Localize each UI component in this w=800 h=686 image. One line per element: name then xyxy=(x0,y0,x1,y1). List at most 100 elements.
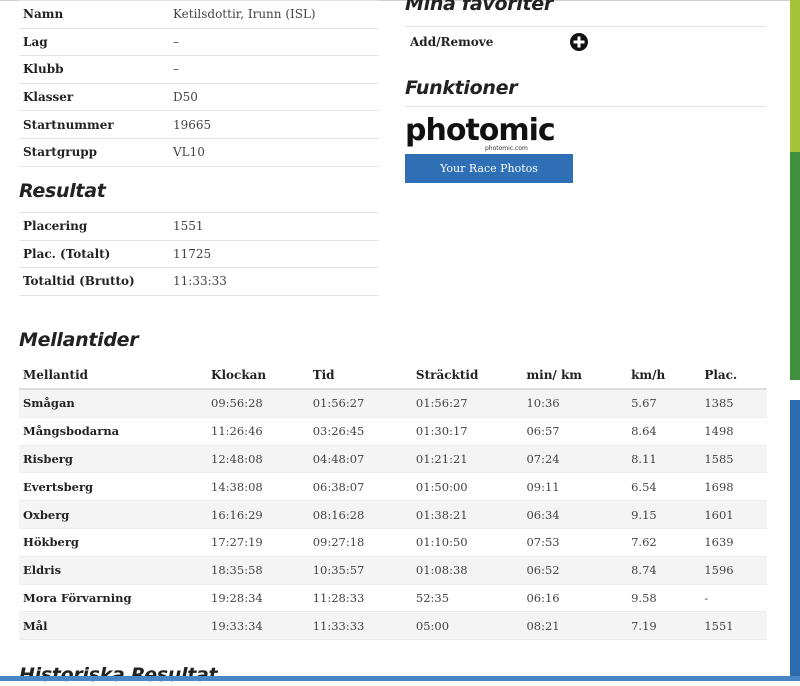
info-value: VL10 xyxy=(169,138,379,167)
split-cell: 10:35:57 xyxy=(308,556,412,585)
splits-column-header: km/h xyxy=(627,362,701,390)
info-value: 1551 xyxy=(169,212,379,241)
info-row: Lag – xyxy=(19,28,379,57)
split-point-name: Oxberg xyxy=(19,500,208,529)
split-cell: 06:34 xyxy=(522,500,628,529)
split-cell: 01:56:27 xyxy=(411,389,523,418)
photomic-logo[interactable]: photomic photomic.com xyxy=(405,113,577,153)
split-cell: 06:16 xyxy=(522,584,628,613)
plus-circle-icon[interactable] xyxy=(570,33,588,51)
split-cell: 7.62 xyxy=(627,528,701,557)
split-cell: 19:28:34 xyxy=(207,584,309,613)
split-cell: 1585 xyxy=(700,445,767,474)
info-row: Startgrupp VL10 xyxy=(19,138,379,167)
info-value: 11725 xyxy=(169,240,379,269)
info-row: Plac. (Totalt) 11725 xyxy=(19,240,379,269)
table-row: Mora Förvarning 19:28:34 11:28:33 52:35 06:1… xyxy=(19,584,767,613)
split-cell: 01:50:00 xyxy=(411,472,523,502)
split-cell: 01:21:21 xyxy=(411,445,523,474)
split-cell: 1596 xyxy=(700,556,767,585)
split-cell: 01:38:21 xyxy=(411,500,523,529)
functions-title: Funktioner xyxy=(405,77,518,99)
split-cell: 09:27:18 xyxy=(308,528,412,557)
side-strip-blue xyxy=(790,400,800,681)
split-cell: 05:00 xyxy=(411,611,523,641)
table-row: Hökberg 17:27:19 09:27:18 01:10:50 07:53 7.62… xyxy=(19,528,767,557)
photomic-logo-sub: photomic.com xyxy=(485,145,528,152)
add-remove-label: Add/Remove xyxy=(410,35,494,49)
split-cell: 8.74 xyxy=(627,556,701,585)
splits-column-header: min/ km xyxy=(522,362,628,390)
functions-divider xyxy=(405,106,766,107)
split-cell: 11:26:46 xyxy=(207,417,309,446)
splits-column-header: Sträcktid xyxy=(411,362,523,390)
info-label: Klubb xyxy=(19,55,169,84)
splits-column-header: Plac. xyxy=(700,362,767,390)
result-rows: Placering 1551 Plac. (Totalt) 11725 Totaltid… xyxy=(19,212,379,296)
info-value: – xyxy=(169,55,379,84)
info-value: D50 xyxy=(169,83,379,112)
photomic-logo-text: photomic xyxy=(405,113,556,148)
favorites-title: Mina favoriter xyxy=(405,0,553,15)
split-cell: 16:16:29 xyxy=(207,500,309,529)
split-cell: 6.54 xyxy=(627,472,701,502)
split-cell: 52:35 xyxy=(411,584,523,613)
split-cell: 06:52 xyxy=(522,556,628,585)
race-photos-button[interactable]: Your Race Photos xyxy=(405,154,573,183)
side-strip-green-dark xyxy=(790,152,800,380)
side-strip-green-light xyxy=(790,0,800,152)
split-point-name: Hökberg xyxy=(19,528,208,557)
info-label: Placering xyxy=(19,212,169,241)
split-cell: 11:33:33 xyxy=(308,611,412,641)
info-value: 19665 xyxy=(169,110,379,139)
split-cell: 1551 xyxy=(700,611,767,641)
split-cell: 01:30:17 xyxy=(411,417,523,446)
split-cell: 08:16:28 xyxy=(308,500,412,529)
split-cell: 10:36 xyxy=(522,389,628,418)
split-cell: 09:56:28 xyxy=(207,389,309,418)
info-label: Lag xyxy=(19,28,169,57)
split-cell: 03:26:45 xyxy=(308,417,412,446)
split-cell: 1385 xyxy=(700,389,767,418)
info-row: Startnummer 19665 xyxy=(19,110,379,139)
table-row: Mål 19:33:34 11:33:33 05:00 08:21 7.19 1551 xyxy=(19,611,767,641)
split-cell: 07:53 xyxy=(522,528,628,557)
table-row: Eldris 18:35:58 10:35:57 01:08:38 06:52 8.74 1… xyxy=(19,556,767,585)
split-cell: 07:24 xyxy=(522,445,628,474)
split-cell: 1498 xyxy=(700,417,767,446)
split-point-name: Evertsberg xyxy=(19,472,208,502)
split-point-name: Risberg xyxy=(19,445,208,474)
splits-column-header: Mellantid xyxy=(19,362,208,390)
split-cell: 19:33:34 xyxy=(207,611,309,641)
split-cell: 9.15 xyxy=(627,500,701,529)
split-point-name: Mora Förvarning xyxy=(19,584,208,613)
table-row: Risberg 12:48:08 04:48:07 01:21:21 07:24 8.11… xyxy=(19,445,767,474)
info-value: Ketilsdottir, Irunn (ISL) xyxy=(169,0,379,29)
split-cell: 08:21 xyxy=(522,611,628,641)
split-cell: 1639 xyxy=(700,528,767,557)
split-point-name: Smågan xyxy=(19,389,208,418)
split-cell: 8.11 xyxy=(627,445,701,474)
split-cell: 9.58 xyxy=(627,584,701,613)
history-title: Historiska Resultat xyxy=(19,664,218,686)
split-cell: 14:38:08 xyxy=(207,472,309,502)
split-cell: 04:48:07 xyxy=(308,445,412,474)
participant-table: Namn Ketilsdottir, Irunn (ISL) Lag – Klubb – K… xyxy=(19,0,379,167)
split-cell: 1698 xyxy=(700,472,767,502)
result-table: Placering 1551 Plac. (Totalt) 11725 Totaltid… xyxy=(19,212,379,296)
info-row: Klubb – xyxy=(19,55,379,84)
splits-column-header: Klockan xyxy=(207,362,309,390)
split-cell: 11:28:33 xyxy=(308,584,412,613)
info-label: Klasser xyxy=(19,83,169,112)
info-row: Placering 1551 xyxy=(19,212,379,241)
split-cell: - xyxy=(700,584,767,613)
info-value: – xyxy=(169,28,379,57)
split-cell: 01:10:50 xyxy=(411,528,523,557)
splits-table: Mellantid Klockan Tid Sträcktid min/ km km/h P… xyxy=(19,362,767,641)
participant-rows: Namn Ketilsdottir, Irunn (ISL) Lag – Klubb – K… xyxy=(19,0,379,167)
result-title: Resultat xyxy=(19,180,106,202)
info-label: Startgrupp xyxy=(19,138,169,167)
split-cell: 18:35:58 xyxy=(207,556,309,585)
split-cell: 06:57 xyxy=(522,417,628,446)
split-cell: 5.67 xyxy=(627,389,701,418)
